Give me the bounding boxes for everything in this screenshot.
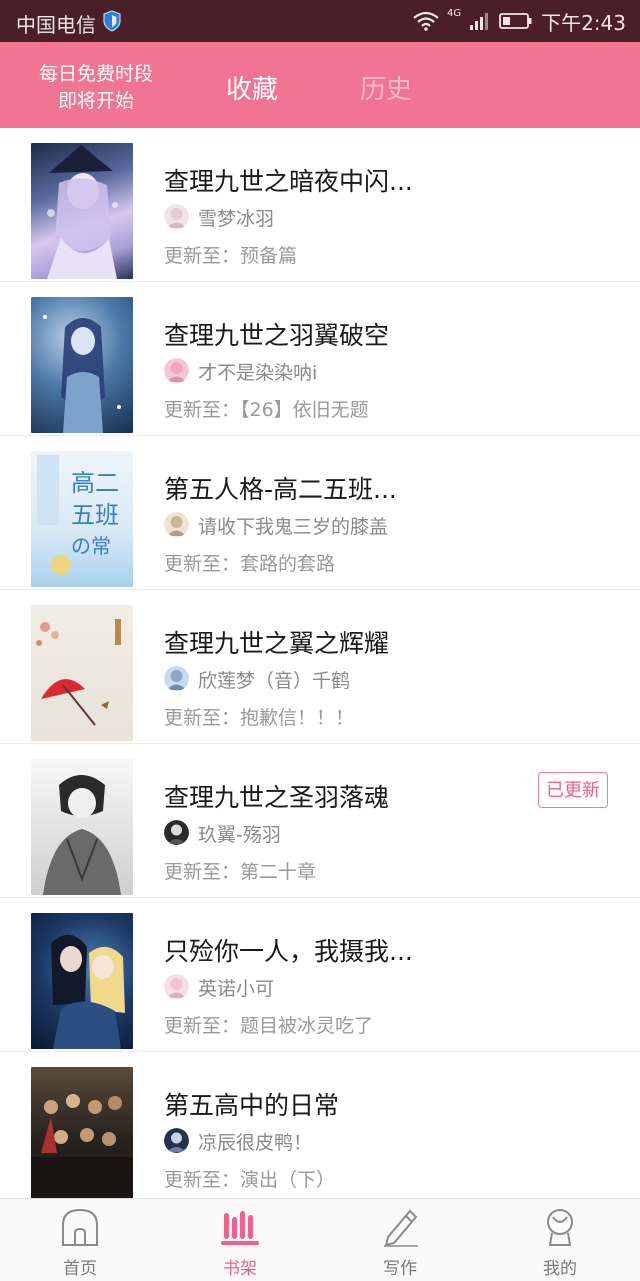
book-row[interactable]: 查理九世之羽翼破空 才不是染染呐i 更新至：【26】依旧无题 xyxy=(0,282,640,436)
tab-favorites[interactable]: 收藏 xyxy=(226,69,278,106)
top-header: 每日免费时段 即将开始 收藏 历史 xyxy=(0,42,640,128)
author-name: 雪梦冰羽 xyxy=(198,208,275,230)
author-avatar xyxy=(164,974,189,999)
wifi-icon xyxy=(413,11,439,31)
clock: 下午2:43 xyxy=(541,10,626,35)
nav-mine[interactable]: 我的 xyxy=(480,1199,640,1281)
book-row[interactable]: 查理九世之暗夜中闪... 雪梦冰羽 更新至：预备篇 xyxy=(0,128,640,282)
book-cover[interactable] xyxy=(31,1067,133,1198)
update-info: 更新至：抱歉信！！！ xyxy=(164,707,355,729)
book-row[interactable]: 第五高中的日常 凉辰很皮鸭！ 更新至：演出（下） xyxy=(0,1052,640,1198)
nav-home[interactable]: 首页 xyxy=(0,1199,160,1281)
free-slot-line1: 每日免费时段 xyxy=(38,63,153,85)
update-info: 更新至：预备篇 xyxy=(164,245,298,267)
author-avatar xyxy=(164,1128,189,1153)
profile-icon xyxy=(547,1209,573,1246)
cover-illustration: 高二 五班 の常 xyxy=(37,455,119,575)
nav-bookshelf-label: 书架 xyxy=(223,1259,257,1279)
book-cover[interactable] xyxy=(31,759,133,895)
author-name: 欣莲梦（音）千鹤 xyxy=(198,670,351,692)
author-name: 才不是染染呐i xyxy=(198,362,318,384)
book-cover[interactable] xyxy=(31,913,133,1049)
author-name: 英诺小可 xyxy=(198,978,275,1000)
cover-illustration xyxy=(31,1094,133,1198)
author-name: 请收下我鬼三岁的膝盖 xyxy=(198,516,389,538)
author-avatar xyxy=(164,204,189,229)
status-bar: 中国电信 4G 下午2:43 xyxy=(0,0,640,42)
book-cover[interactable] xyxy=(31,143,133,279)
update-info: 更新至：第二十章 xyxy=(164,861,317,883)
carrier-name: 中国电信 xyxy=(16,13,96,37)
book-cover[interactable] xyxy=(31,297,133,433)
free-slot-line2: 即将开始 xyxy=(57,90,134,112)
update-info: 更新至：题目被冰灵吃了 xyxy=(164,1015,374,1037)
nav-mine-label: 我的 xyxy=(543,1259,577,1279)
book-row[interactable]: 高二 五班 の常 第五人格-高二五班... 请收下我鬼三岁的膝盖 更新至：套路的… xyxy=(0,436,640,590)
update-info: 更新至：演出（下） xyxy=(164,1169,336,1191)
cover-illustration xyxy=(43,315,121,433)
nav-write[interactable]: 写作 xyxy=(320,1199,480,1281)
nav-write-label: 写作 xyxy=(383,1259,417,1279)
signal-icon xyxy=(470,13,489,30)
cover-text: 高二 xyxy=(71,469,119,497)
cover-illustration xyxy=(43,775,121,895)
home-icon xyxy=(62,1208,98,1246)
book-title: 第五高中的日常 xyxy=(164,1091,340,1120)
update-info: 更新至：【26】依旧无题 xyxy=(164,399,369,421)
bottom-navigation: 首页 书架 写作 我的 xyxy=(0,1198,640,1281)
svg-text:の常: の常 xyxy=(71,534,111,558)
author-name: 凉辰很皮鸭！ xyxy=(198,1132,313,1154)
author-avatar xyxy=(164,666,189,691)
author-avatar xyxy=(164,358,189,383)
cover-illustration xyxy=(36,619,121,726)
author-avatar xyxy=(164,820,189,845)
cover-illustration xyxy=(51,934,125,1049)
bookshelf-list: 查理九世之暗夜中闪... 雪梦冰羽 更新至：预备篇 查理九世之羽翼破空 才不是染… xyxy=(0,128,640,1198)
update-info: 更新至：套路的套路 xyxy=(164,553,336,575)
svg-text:五班: 五班 xyxy=(71,501,119,529)
security-shield-icon xyxy=(103,10,121,32)
book-row[interactable]: 查理九世之圣羽落魂 玖翼-殇羽 更新至：第二十章 xyxy=(0,744,640,898)
book-title: 第五人格-高二五班... xyxy=(164,475,397,504)
book-row[interactable]: 查理九世之翼之辉耀 欣莲梦（音）千鹤 更新至：抱歉信！！！ xyxy=(0,590,640,744)
book-cover[interactable] xyxy=(31,605,133,741)
nav-bookshelf[interactable]: 书架 xyxy=(160,1199,320,1281)
book-cover[interactable]: 高二 五班 の常 xyxy=(31,451,133,587)
book-title: 只殓你一人，我摄我... xyxy=(164,937,413,966)
nav-home-label: 首页 xyxy=(63,1259,97,1279)
updated-badge: 已更新 xyxy=(538,772,608,808)
network-type-label: 4G xyxy=(446,7,462,19)
pencil-icon xyxy=(384,1209,418,1247)
author-name: 玖翼-殇羽 xyxy=(198,824,281,846)
bookshelf-icon xyxy=(221,1211,259,1245)
tab-history[interactable]: 历史 xyxy=(360,69,412,106)
book-row[interactable]: 只殓你一人，我摄我... 英诺小可 更新至：题目被冰灵吃了 xyxy=(0,898,640,1052)
cover-illustration xyxy=(47,145,118,279)
book-title: 查理九世之暗夜中闪... xyxy=(164,167,413,196)
book-title: 查理九世之羽翼破空 xyxy=(164,321,390,350)
free-time-slot-button[interactable]: 每日免费时段 即将开始 xyxy=(22,61,170,115)
author-avatar xyxy=(164,512,189,537)
book-title: 查理九世之翼之辉耀 xyxy=(164,629,390,658)
book-title: 查理九世之圣羽落魂 xyxy=(164,783,390,812)
battery-icon xyxy=(499,13,532,29)
